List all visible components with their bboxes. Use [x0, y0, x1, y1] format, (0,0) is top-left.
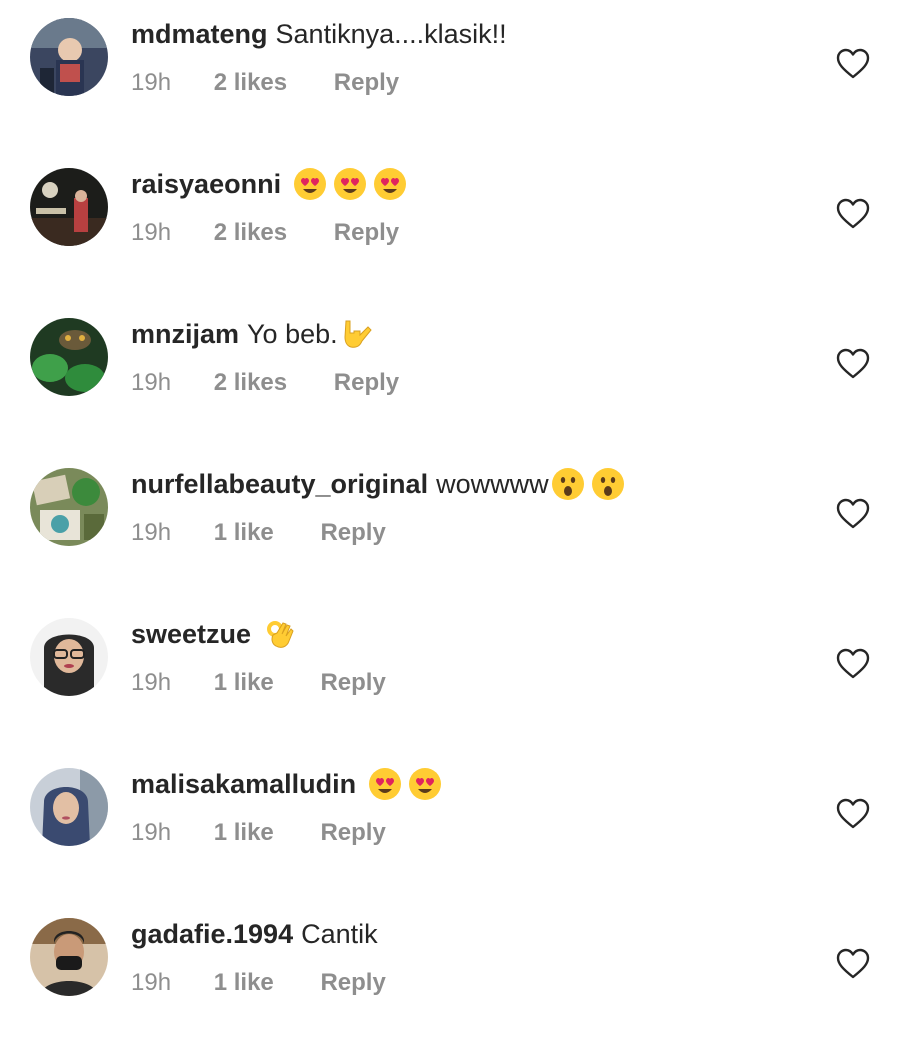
likes-count[interactable]: 1 like	[214, 969, 274, 996]
surprised-face-emoji	[591, 467, 625, 501]
username[interactable]: raisyaeonni	[131, 164, 281, 204]
heart-eyes-emoji	[293, 167, 327, 201]
like-heart-icon[interactable]	[836, 198, 870, 230]
comment-meta: 19h 1 like Reply	[131, 668, 386, 698]
comment-text: Yo beb.	[247, 319, 338, 349]
reply-button[interactable]: Reply	[334, 69, 399, 96]
timestamp: 19h	[131, 519, 172, 546]
comment-text-line: malisakamalludin	[131, 764, 442, 804]
comment-text-line: raisyaeonni	[131, 164, 407, 204]
timestamp: 19h	[131, 669, 172, 696]
comment-item: gadafie.1994 Cantik 19h 1 like Reply	[0, 900, 923, 1050]
comment-text: Santiknya....klasik!!	[275, 19, 507, 49]
comment-text-line: gadafie.1994 Cantik	[131, 914, 378, 954]
avatar[interactable]	[30, 768, 108, 846]
reply-button[interactable]: Reply	[320, 519, 385, 546]
username[interactable]: nurfellabeauty_original	[131, 464, 428, 504]
username[interactable]: sweetzue	[131, 614, 251, 654]
comment-text: Cantik	[301, 919, 378, 949]
reply-button[interactable]: Reply	[334, 369, 399, 396]
ok-hand-emoji	[263, 617, 297, 651]
avatar[interactable]	[30, 18, 108, 96]
like-heart-icon[interactable]	[836, 648, 870, 680]
username[interactable]: mnzijam	[131, 314, 239, 354]
comment-meta: 19h 1 like Reply	[131, 818, 386, 848]
reply-button[interactable]: Reply	[334, 219, 399, 246]
heart-eyes-emoji	[408, 767, 442, 801]
heart-eyes-emoji	[368, 767, 402, 801]
heart-eyes-emoji	[373, 167, 407, 201]
likes-count[interactable]: 2 likes	[214, 219, 287, 246]
reply-button[interactable]: Reply	[320, 819, 385, 846]
username[interactable]: mdmateng	[131, 14, 268, 54]
comment-item: malisakamalludin 19h 1 like Reply	[0, 750, 923, 900]
timestamp: 19h	[131, 219, 172, 246]
comment-meta: 19h 1 like Reply	[131, 518, 386, 548]
likes-count[interactable]: 1 like	[214, 819, 274, 846]
like-heart-icon[interactable]	[836, 798, 870, 830]
like-heart-icon[interactable]	[836, 348, 870, 380]
like-heart-icon[interactable]	[836, 948, 870, 980]
likes-count[interactable]: 1 like	[214, 669, 274, 696]
comment-item: sweetzue 19h 1 like Reply	[0, 600, 923, 750]
timestamp: 19h	[131, 819, 172, 846]
comment-meta: 19h 2 likes Reply	[131, 368, 399, 398]
avatar[interactable]	[30, 918, 108, 996]
reply-button[interactable]: Reply	[320, 669, 385, 696]
comment-meta: 19h 1 like Reply	[131, 968, 386, 998]
username[interactable]: malisakamalludin	[131, 764, 356, 804]
avatar[interactable]	[30, 168, 108, 246]
comment-item: raisyaeonni 19h 2 likes Reply	[0, 150, 923, 300]
timestamp: 19h	[131, 969, 172, 996]
comment-item: mnzijam Yo beb. 19h 2 likes Reply	[0, 300, 923, 450]
love-you-gesture-emoji	[340, 317, 374, 351]
likes-count[interactable]: 2 likes	[214, 369, 287, 396]
comment-text-line: nurfellabeauty_original wowwww	[131, 464, 625, 504]
comment-meta: 19h 2 likes Reply	[131, 68, 399, 98]
avatar[interactable]	[30, 468, 108, 546]
comment-text-line: sweetzue	[131, 614, 297, 654]
timestamp: 19h	[131, 69, 172, 96]
avatar[interactable]	[30, 618, 108, 696]
username[interactable]: gadafie.1994	[131, 914, 293, 954]
heart-eyes-emoji	[333, 167, 367, 201]
comment-meta: 19h 2 likes Reply	[131, 218, 399, 248]
comment-text-line: mnzijam Yo beb.	[131, 314, 374, 354]
reply-button[interactable]: Reply	[320, 969, 385, 996]
like-heart-icon[interactable]	[836, 48, 870, 80]
avatar[interactable]	[30, 318, 108, 396]
like-heart-icon[interactable]	[836, 498, 870, 530]
surprised-face-emoji	[551, 467, 585, 501]
comment-item: mdmateng Santiknya....klasik!! 19h 2 lik…	[0, 0, 923, 150]
timestamp: 19h	[131, 369, 172, 396]
likes-count[interactable]: 2 likes	[214, 69, 287, 96]
comment-text: wowwww	[436, 469, 549, 499]
comment-text-line: mdmateng Santiknya....klasik!!	[131, 14, 507, 54]
comment-item: nurfellabeauty_original wowwww 19h 1 lik…	[0, 450, 923, 600]
likes-count[interactable]: 1 like	[214, 519, 274, 546]
